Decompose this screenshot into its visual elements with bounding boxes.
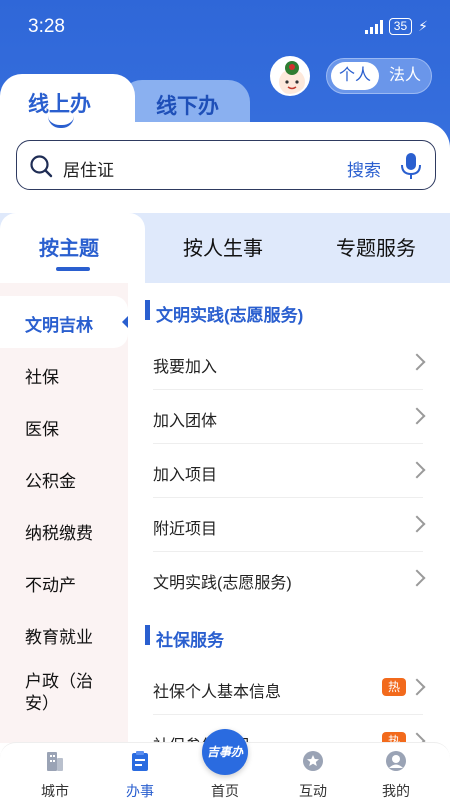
sidebar: 文明吉林 社保 医保 公积金 纳税缴费 不动产 教育就业 户政（治安） [0, 283, 129, 743]
tab-by-theme[interactable]: 按主题 [0, 213, 145, 283]
list-item-label: 附近项目 [153, 521, 218, 538]
list-item[interactable]: 社保个人基本信息 热 [153, 661, 426, 715]
list-item[interactable]: 加入项目 [153, 444, 426, 498]
list-item[interactable]: 社保参保证明 热 [153, 715, 426, 743]
nav-label: 首页 [211, 783, 239, 799]
sidebar-item-wenming-jilin[interactable]: 文明吉林 [0, 296, 129, 348]
nav-city[interactable]: 城市 [15, 743, 95, 800]
sidebar-item-label: 户政（治安） [25, 672, 93, 713]
list-item-label: 文明实践(志愿服务) [153, 575, 292, 592]
tab-by-life-event-label: 按人生事 [183, 238, 263, 260]
nav-label: 办事 [126, 783, 154, 799]
identity-toggle[interactable]: 个人 法人 [326, 58, 432, 94]
status-bar: 3:28 35 ⚡ [0, 0, 450, 50]
list-item-label: 加入项目 [153, 467, 218, 484]
avatar[interactable] [270, 56, 310, 96]
sidebar-item-label: 公积金 [25, 472, 76, 491]
hot-badge: 热 [382, 678, 406, 696]
tab-by-theme-label: 按主题 [39, 238, 99, 260]
battery-icon: 35 [388, 18, 413, 35]
search-input[interactable]: 居住证 [63, 156, 114, 181]
list-item[interactable]: 文明实践(志愿服务) [153, 552, 426, 606]
section-title: 文明实践(志愿服务) [156, 306, 304, 325]
nav-label: 我的 [382, 783, 410, 799]
microphone-icon[interactable] [399, 151, 423, 181]
toggle-legal-person[interactable]: 法人 [381, 62, 429, 90]
search-button[interactable]: 搜索 [347, 156, 381, 181]
list-item-label: 加入团体 [153, 413, 218, 430]
home-logo-button[interactable]: 吉事办 [202, 729, 248, 775]
tab-online-label: 线上办 [28, 93, 91, 116]
status-icons: 35 ⚡ [364, 18, 428, 35]
section-marker [145, 625, 150, 645]
tab-special-services-label: 专题服务 [336, 238, 416, 260]
nav-services[interactable]: 办事 [100, 743, 180, 800]
list-item-label: 我要加入 [153, 359, 218, 376]
chevron-right-icon [408, 678, 426, 696]
list-item[interactable]: 加入团体 [153, 390, 426, 444]
sidebar-item-label: 医保 [25, 420, 59, 439]
toggle-personal[interactable]: 个人 [331, 62, 379, 90]
building-icon [47, 752, 63, 771]
search-bar[interactable]: 居住证 搜索 [16, 140, 436, 190]
tab-offline-label: 线下办 [156, 95, 219, 118]
sidebar-item-social-security[interactable]: 社保 [0, 348, 128, 400]
chevron-right-icon [408, 353, 426, 371]
sidebar-item-real-estate[interactable]: 不动产 [0, 556, 128, 608]
tab-active-indicator [48, 116, 74, 128]
category-active-indicator [56, 267, 90, 271]
star-chat-icon [303, 751, 323, 771]
chevron-right-icon [408, 407, 426, 425]
sidebar-item-label: 教育就业 [25, 628, 93, 647]
tab-special-services[interactable]: 专题服务 [300, 213, 450, 283]
clipboard-icon [132, 751, 148, 771]
sidebar-item-medical-insurance[interactable]: 医保 [0, 400, 128, 452]
nav-label: 互动 [299, 783, 327, 799]
nav-interaction[interactable]: 互动 [273, 743, 353, 800]
service-list: 文明实践(志愿服务) 我要加入 加入团体 加入项目 附近项目 文明实践(志愿服务… [128, 283, 450, 743]
section-marker [145, 300, 150, 320]
list-item[interactable]: 我要加入 [153, 336, 426, 390]
section-title: 社保服务 [156, 631, 224, 650]
chevron-right-icon [408, 569, 426, 587]
charging-icon: ⚡ [418, 18, 428, 34]
signal-icon [364, 19, 383, 34]
sidebar-item-housing-fund[interactable]: 公积金 [0, 452, 128, 504]
sidebar-item-education-employment[interactable]: 教育就业 [0, 608, 128, 660]
status-time: 3:28 [28, 16, 65, 37]
list-item[interactable]: 附近项目 [153, 498, 426, 552]
chevron-right-icon [408, 461, 426, 479]
sidebar-item-label: 纳税缴费 [25, 524, 93, 543]
search-icon [30, 155, 53, 178]
tab-offline[interactable]: 线下办 [120, 80, 250, 128]
sidebar-item-tax[interactable]: 纳税缴费 [0, 504, 128, 556]
user-icon [386, 751, 406, 771]
sidebar-item-household-registration[interactable]: 户政（治安） [0, 667, 128, 727]
nav-mine[interactable]: 我的 [356, 743, 436, 800]
sidebar-item-label: 社保 [25, 368, 59, 387]
sidebar-item-label: 不动产 [25, 576, 76, 595]
category-tabs: 按主题 按人生事 专题服务 [0, 213, 450, 283]
tab-by-life-event[interactable]: 按人生事 [145, 213, 300, 283]
list-item-label: 社保个人基本信息 [153, 684, 282, 701]
sidebar-item-label: 文明吉林 [25, 316, 93, 335]
chevron-right-icon [408, 515, 426, 533]
nav-label: 城市 [41, 783, 69, 799]
tab-online[interactable]: 线上办 [0, 74, 135, 132]
